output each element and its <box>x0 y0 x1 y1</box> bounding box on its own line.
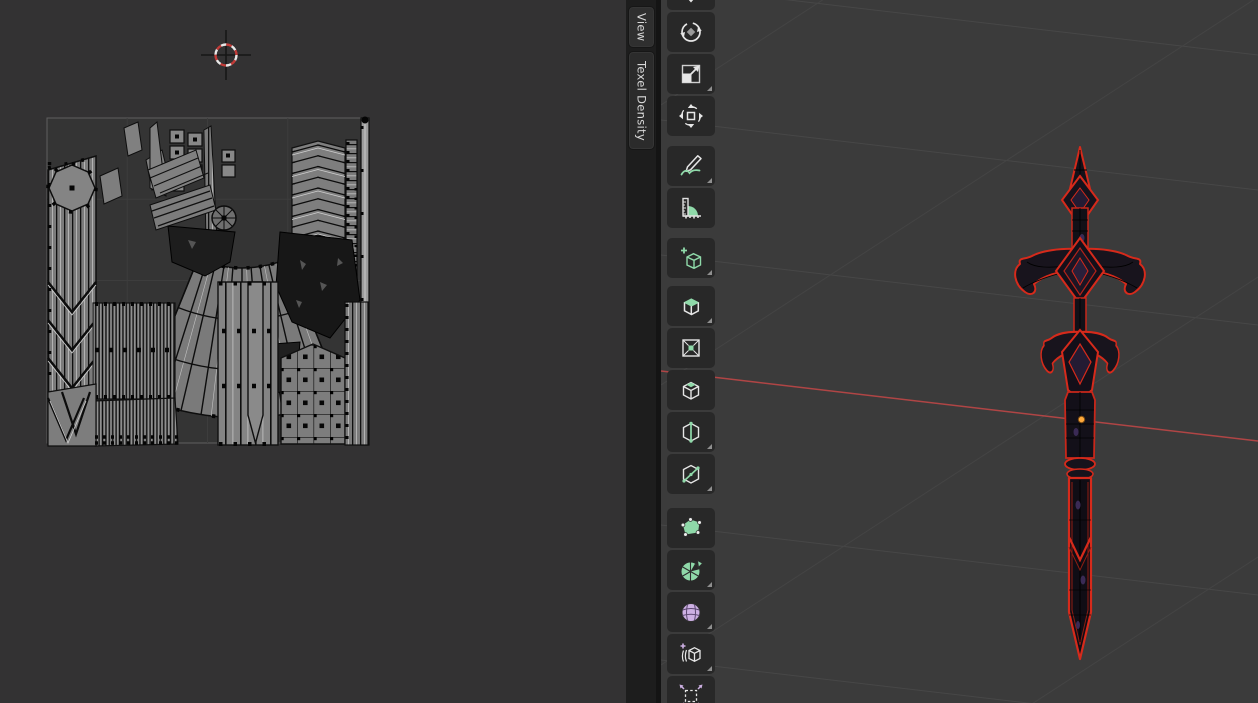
tool-transform-button[interactable] <box>667 96 715 136</box>
tool-toolbar <box>667 0 715 703</box>
tool-edge-slide-button[interactable] <box>667 634 715 674</box>
knife-icon <box>678 461 704 487</box>
tool-poly-build-button[interactable] <box>667 508 715 548</box>
edge-slide-icon <box>678 641 704 667</box>
tab-texel-density-label: Texel Density <box>635 61 649 141</box>
uv-islands <box>48 117 369 447</box>
blender-style-workspace: View Texel Density <box>0 0 1258 703</box>
tool-move-button[interactable] <box>667 0 715 10</box>
loop-cut-icon <box>678 419 704 445</box>
tool-submenu-indicator <box>707 270 712 275</box>
poly-build-icon <box>678 515 704 541</box>
rotate-icon <box>678 19 704 45</box>
sidebar-tab-strip: View Texel Density <box>626 0 656 703</box>
tab-texel-density[interactable]: Texel Density <box>628 51 655 150</box>
inset-icon <box>678 335 704 361</box>
sword-mesh-object[interactable] <box>1015 147 1145 659</box>
tool-submenu-indicator <box>707 624 712 629</box>
tool-submenu-indicator <box>707 582 712 587</box>
tool-submenu-indicator <box>707 86 712 91</box>
tool-extrude-button[interactable] <box>667 286 715 326</box>
uv-canvas[interactable] <box>0 0 626 703</box>
annotate-icon <box>678 153 704 179</box>
tool-measure-button[interactable] <box>667 188 715 228</box>
tool-rotate-button[interactable] <box>667 12 715 52</box>
x-axis-line <box>661 371 1258 441</box>
tool-annotate-button[interactable] <box>667 146 715 186</box>
tool-submenu-indicator <box>707 486 712 491</box>
viewport-3d[interactable] <box>661 0 1258 703</box>
scale-icon <box>678 61 704 87</box>
measure-icon <box>678 195 704 221</box>
tool-submenu-indicator <box>707 318 712 323</box>
tool-loop-cut-button[interactable] <box>667 412 715 452</box>
tab-view-label: View <box>635 13 649 42</box>
tab-view[interactable]: View <box>628 6 655 48</box>
uv-2d-cursor[interactable] <box>201 30 251 80</box>
viewport-grid <box>661 0 1258 703</box>
tool-submenu-indicator <box>707 444 712 449</box>
transform-icon <box>678 103 704 129</box>
bevel-icon <box>678 377 704 403</box>
object-origin-dot <box>1078 416 1084 422</box>
uv-editor-area[interactable] <box>0 0 626 703</box>
spin-icon <box>678 557 704 583</box>
tool-inset-button[interactable] <box>667 328 715 368</box>
tool-submenu-indicator <box>707 178 712 183</box>
tool-add-cube-button[interactable] <box>667 238 715 278</box>
move-icon <box>678 0 704 3</box>
tool-shrink-fatten-button[interactable] <box>667 676 715 703</box>
tool-scale-button[interactable] <box>667 54 715 94</box>
smooth-icon <box>678 599 704 625</box>
viewport-canvas[interactable] <box>661 0 1258 703</box>
add-cube-icon <box>678 245 704 271</box>
tool-knife-button[interactable] <box>667 454 715 494</box>
shrink-fatten-icon <box>678 683 704 703</box>
tool-submenu-indicator <box>707 666 712 671</box>
tool-smooth-button[interactable] <box>667 592 715 632</box>
extrude-icon <box>678 293 704 319</box>
tool-spin-button[interactable] <box>667 550 715 590</box>
tool-bevel-button[interactable] <box>667 370 715 410</box>
